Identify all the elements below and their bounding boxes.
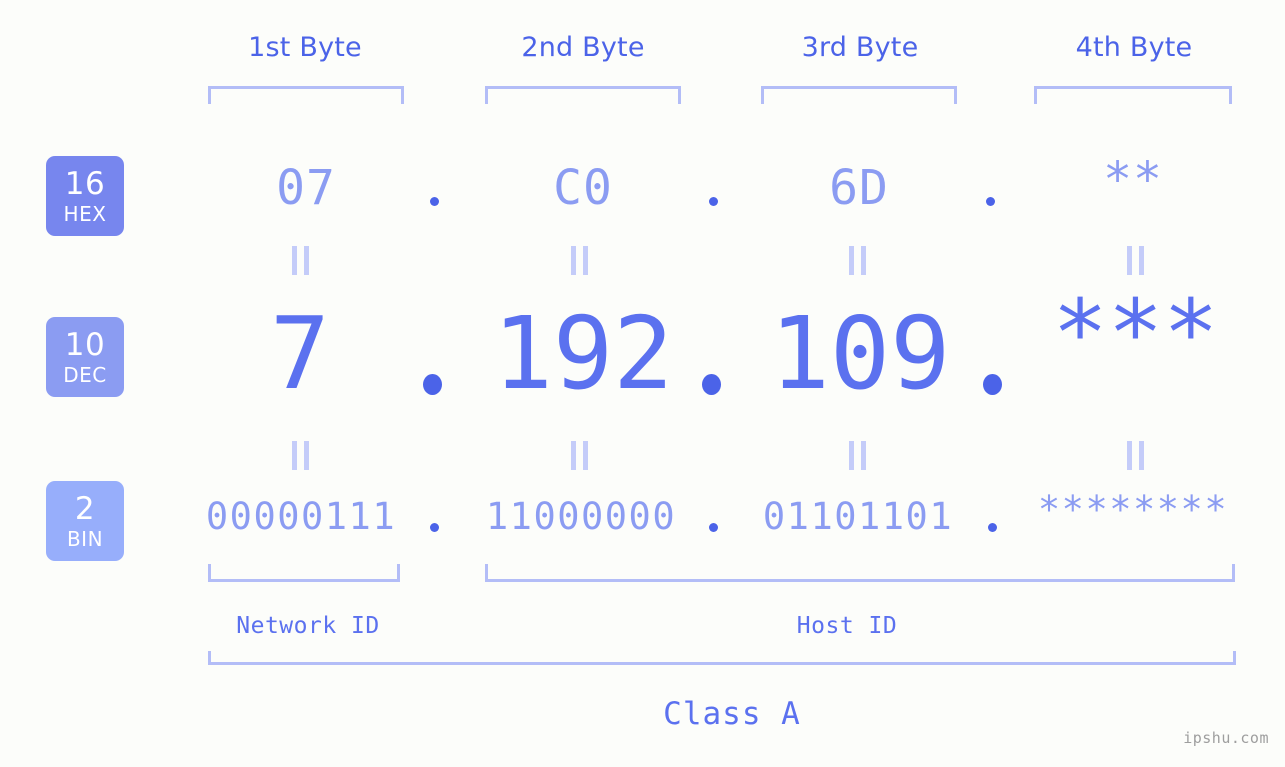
byte-header-1: 1st Byte <box>248 32 362 63</box>
host-id-bracket <box>485 564 1235 582</box>
hex-byte-3: 6D <box>829 160 889 216</box>
hex-separator-2 <box>709 197 718 206</box>
base-badge-bin-number: 2 <box>74 490 96 527</box>
byte-bracket-top-4 <box>1034 86 1232 104</box>
byte-bracket-top-3 <box>761 86 957 104</box>
hex-separator-3 <box>986 197 995 206</box>
base-badge-hex-number: 16 <box>64 165 106 202</box>
base-badge-bin-abbr: BIN <box>66 526 104 551</box>
hex-byte-4: ** <box>1103 152 1163 208</box>
equals-mark-dec-bin-1 <box>292 441 309 470</box>
bin-byte-2: 11000000 <box>485 495 677 538</box>
byte-bracket-top-1 <box>208 86 404 104</box>
class-label: Class A <box>663 696 801 732</box>
dec-byte-2: 192 <box>492 295 674 412</box>
ip-address-breakdown-diagram: 1st Byte 2nd Byte 3rd Byte 4th Byte 16 H… <box>0 0 1285 767</box>
bin-separator-2 <box>709 523 718 532</box>
base-badge-dec-abbr: DEC <box>63 362 107 387</box>
bin-separator-3 <box>988 523 997 532</box>
equals-mark-hex-dec-1 <box>292 246 309 275</box>
equals-mark-hex-dec-2 <box>571 246 588 275</box>
class-bracket <box>208 651 1236 665</box>
equals-mark-hex-dec-4 <box>1127 246 1144 275</box>
watermark: ipshu.com <box>1183 729 1269 747</box>
bin-byte-1: 00000111 <box>205 495 397 538</box>
dec-separator-2 <box>702 374 721 395</box>
dec-byte-1: 7 <box>269 295 331 412</box>
equals-mark-dec-bin-3 <box>849 441 866 470</box>
hex-separator-1 <box>430 197 439 206</box>
equals-mark-hex-dec-3 <box>849 246 866 275</box>
equals-mark-dec-bin-4 <box>1127 441 1144 470</box>
bin-byte-4: ******** <box>1037 488 1229 531</box>
byte-header-3: 3rd Byte <box>801 32 919 63</box>
base-badge-dec-number: 10 <box>64 326 106 363</box>
dec-byte-3: 109 <box>769 295 951 412</box>
equals-mark-dec-bin-2 <box>571 441 588 470</box>
base-badge-hex[interactable]: 16 HEX <box>46 156 124 236</box>
bin-separator-1 <box>430 523 439 532</box>
base-badge-hex-abbr: HEX <box>63 201 107 226</box>
base-badge-bin[interactable]: 2 BIN <box>46 481 124 561</box>
bin-byte-3: 01101101 <box>762 495 954 538</box>
hex-byte-2: C0 <box>553 160 613 216</box>
host-id-label: Host ID <box>796 613 898 639</box>
dec-separator-3 <box>983 374 1002 395</box>
base-badge-dec[interactable]: 10 DEC <box>46 317 124 397</box>
hex-byte-1: 07 <box>276 160 336 216</box>
byte-header-2: 2nd Byte <box>521 32 645 63</box>
network-id-label: Network ID <box>236 613 380 639</box>
dec-byte-4: *** <box>1052 280 1219 387</box>
network-id-bracket <box>208 564 400 582</box>
byte-bracket-top-2 <box>485 86 681 104</box>
byte-header-4: 4th Byte <box>1075 32 1193 63</box>
dec-separator-1 <box>423 374 442 395</box>
